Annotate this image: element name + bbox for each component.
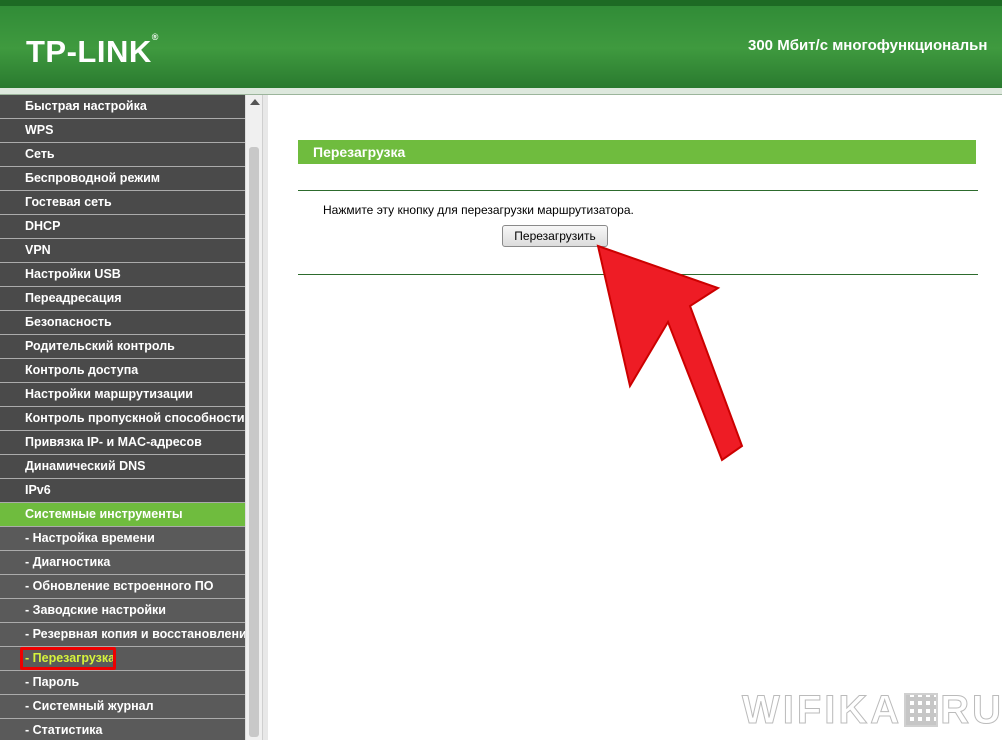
sidebar-item-25[interactable]: - Системный журнал xyxy=(0,695,245,719)
sidebar-item-12[interactable]: Настройки маршрутизации xyxy=(0,383,245,407)
sidebar-item-18[interactable]: - Настройка времени xyxy=(0,527,245,551)
red-highlight-box xyxy=(20,647,116,670)
sidebar-item-20[interactable]: - Обновление встроенного ПО xyxy=(0,575,245,599)
sidebar-item-label: - Системный журнал xyxy=(25,699,154,713)
sidebar-menu: Быстрая настройка WPS Сеть Беспроводной реж… xyxy=(0,95,245,740)
sidebar-item-label: Контроль доступа xyxy=(25,363,139,377)
sidebar-item-label: Родительский контроль xyxy=(25,339,175,353)
scroll-up-icon[interactable] xyxy=(250,99,260,105)
sidebar-item-8[interactable]: Переадресация xyxy=(0,287,245,311)
watermark-right: RU xyxy=(940,688,1002,733)
sidebar-item-23[interactable]: - Перезагрузка xyxy=(0,647,245,671)
scroll-thumb[interactable] xyxy=(249,147,259,737)
red-arrow-annotation-icon xyxy=(596,244,744,462)
sidebar-item-15[interactable]: Динамический DNS xyxy=(0,455,245,479)
sidebar-item-10[interactable]: Родительский контроль xyxy=(0,335,245,359)
sidebar-item-26[interactable]: - Статистика xyxy=(0,719,245,740)
sidebar-item-22[interactable]: - Резервная копия и восстановление xyxy=(0,623,245,647)
sidebar-item-0[interactable]: Быстрая настройка xyxy=(0,95,245,119)
sidebar-item-label: - Резервная копия и восстановление xyxy=(25,627,245,641)
sidebar-item-label: Беспроводной режим xyxy=(25,171,161,185)
logo-registered-mark: ® xyxy=(151,32,159,42)
sidebar-item-1[interactable]: WPS xyxy=(0,119,245,143)
sidebar-item-label: VPN xyxy=(25,243,51,257)
sidebar-item-label: - Статистика xyxy=(25,723,103,737)
sidebar-item-4[interactable]: Гостевая сеть xyxy=(0,191,245,215)
sidebar-item-label: Системные инструменты xyxy=(25,507,183,521)
sidebar-item-2[interactable]: Сеть xyxy=(0,143,245,167)
sidebar-item-label: Привязка IP- и MAC-адресов xyxy=(25,435,202,449)
header-separator xyxy=(0,88,1002,95)
sidebar-item-label: Гостевая сеть xyxy=(25,195,112,209)
sidebar-item-label: Безопасность xyxy=(25,315,112,329)
watermark-left: WIFIKA xyxy=(741,688,903,733)
section-title: Перезагрузка xyxy=(298,140,976,164)
sidebar-item-label: Переадресация xyxy=(25,291,122,305)
sidebar-item-16[interactable]: IPv6 xyxy=(0,479,245,503)
model-title: 300 Мбит/с многофункциональн xyxy=(748,37,988,54)
sidebar-item-5[interactable]: DHCP xyxy=(0,215,245,239)
sidebar-item-label: Настройки USB xyxy=(25,267,121,281)
sidebar-item-6[interactable]: VPN xyxy=(0,239,245,263)
sidebar-item-label: Динамический DNS xyxy=(25,459,146,473)
sidebar-item-label: Настройки маршрутизации xyxy=(25,387,193,401)
sidebar-item-3[interactable]: Беспроводной режим xyxy=(0,167,245,191)
sidebar-item-label: - Настройка времени xyxy=(25,531,155,545)
sidebar-item-label: - Обновление встроенного ПО xyxy=(25,579,214,593)
reboot-description: Нажмите эту кнопку для перезагрузки марш… xyxy=(323,203,634,217)
divider-line-top xyxy=(298,190,978,191)
sidebar-item-label: - Пароль xyxy=(25,675,80,689)
sidebar-item-11[interactable]: Контроль доступа xyxy=(0,359,245,383)
tp-link-logo: TP-LINK® xyxy=(26,32,159,70)
logo-text: TP-LINK xyxy=(26,34,152,69)
sidebar-item-21[interactable]: - Заводские настройки xyxy=(0,599,245,623)
sidebar-item-label: IPv6 xyxy=(25,483,51,497)
sidebar-scrollbar[interactable] xyxy=(245,95,263,740)
header-bar: TP-LINK® 300 Мбит/с многофункциональн xyxy=(0,0,1002,88)
sidebar-item-label: Быстрая настройка xyxy=(25,99,147,113)
sidebar-item-label: WPS xyxy=(25,123,54,137)
sidebar-item-label: Контроль пропускной способности xyxy=(25,411,245,425)
sidebar-item-17[interactable]: Системные инструменты xyxy=(0,503,245,527)
qr-code-icon xyxy=(904,693,939,727)
sidebar-item-9[interactable]: Безопасность xyxy=(0,311,245,335)
sidebar-item-label: - Заводские настройки xyxy=(25,603,166,617)
sidebar-item-label: Сеть xyxy=(25,147,55,161)
sidebar-item-19[interactable]: - Диагностика xyxy=(0,551,245,575)
sidebar-item-label: DHCP xyxy=(25,219,61,233)
wifika-watermark: WIFIKA RU xyxy=(741,688,1002,733)
sidebar-item-14[interactable]: Привязка IP- и MAC-адресов xyxy=(0,431,245,455)
sidebar-item-13[interactable]: Контроль пропускной способности xyxy=(0,407,245,431)
sidebar-item-7[interactable]: Настройки USB xyxy=(0,263,245,287)
sidebar-item-24[interactable]: - Пароль xyxy=(0,671,245,695)
sidebar-item-label: - Диагностика xyxy=(25,555,111,569)
